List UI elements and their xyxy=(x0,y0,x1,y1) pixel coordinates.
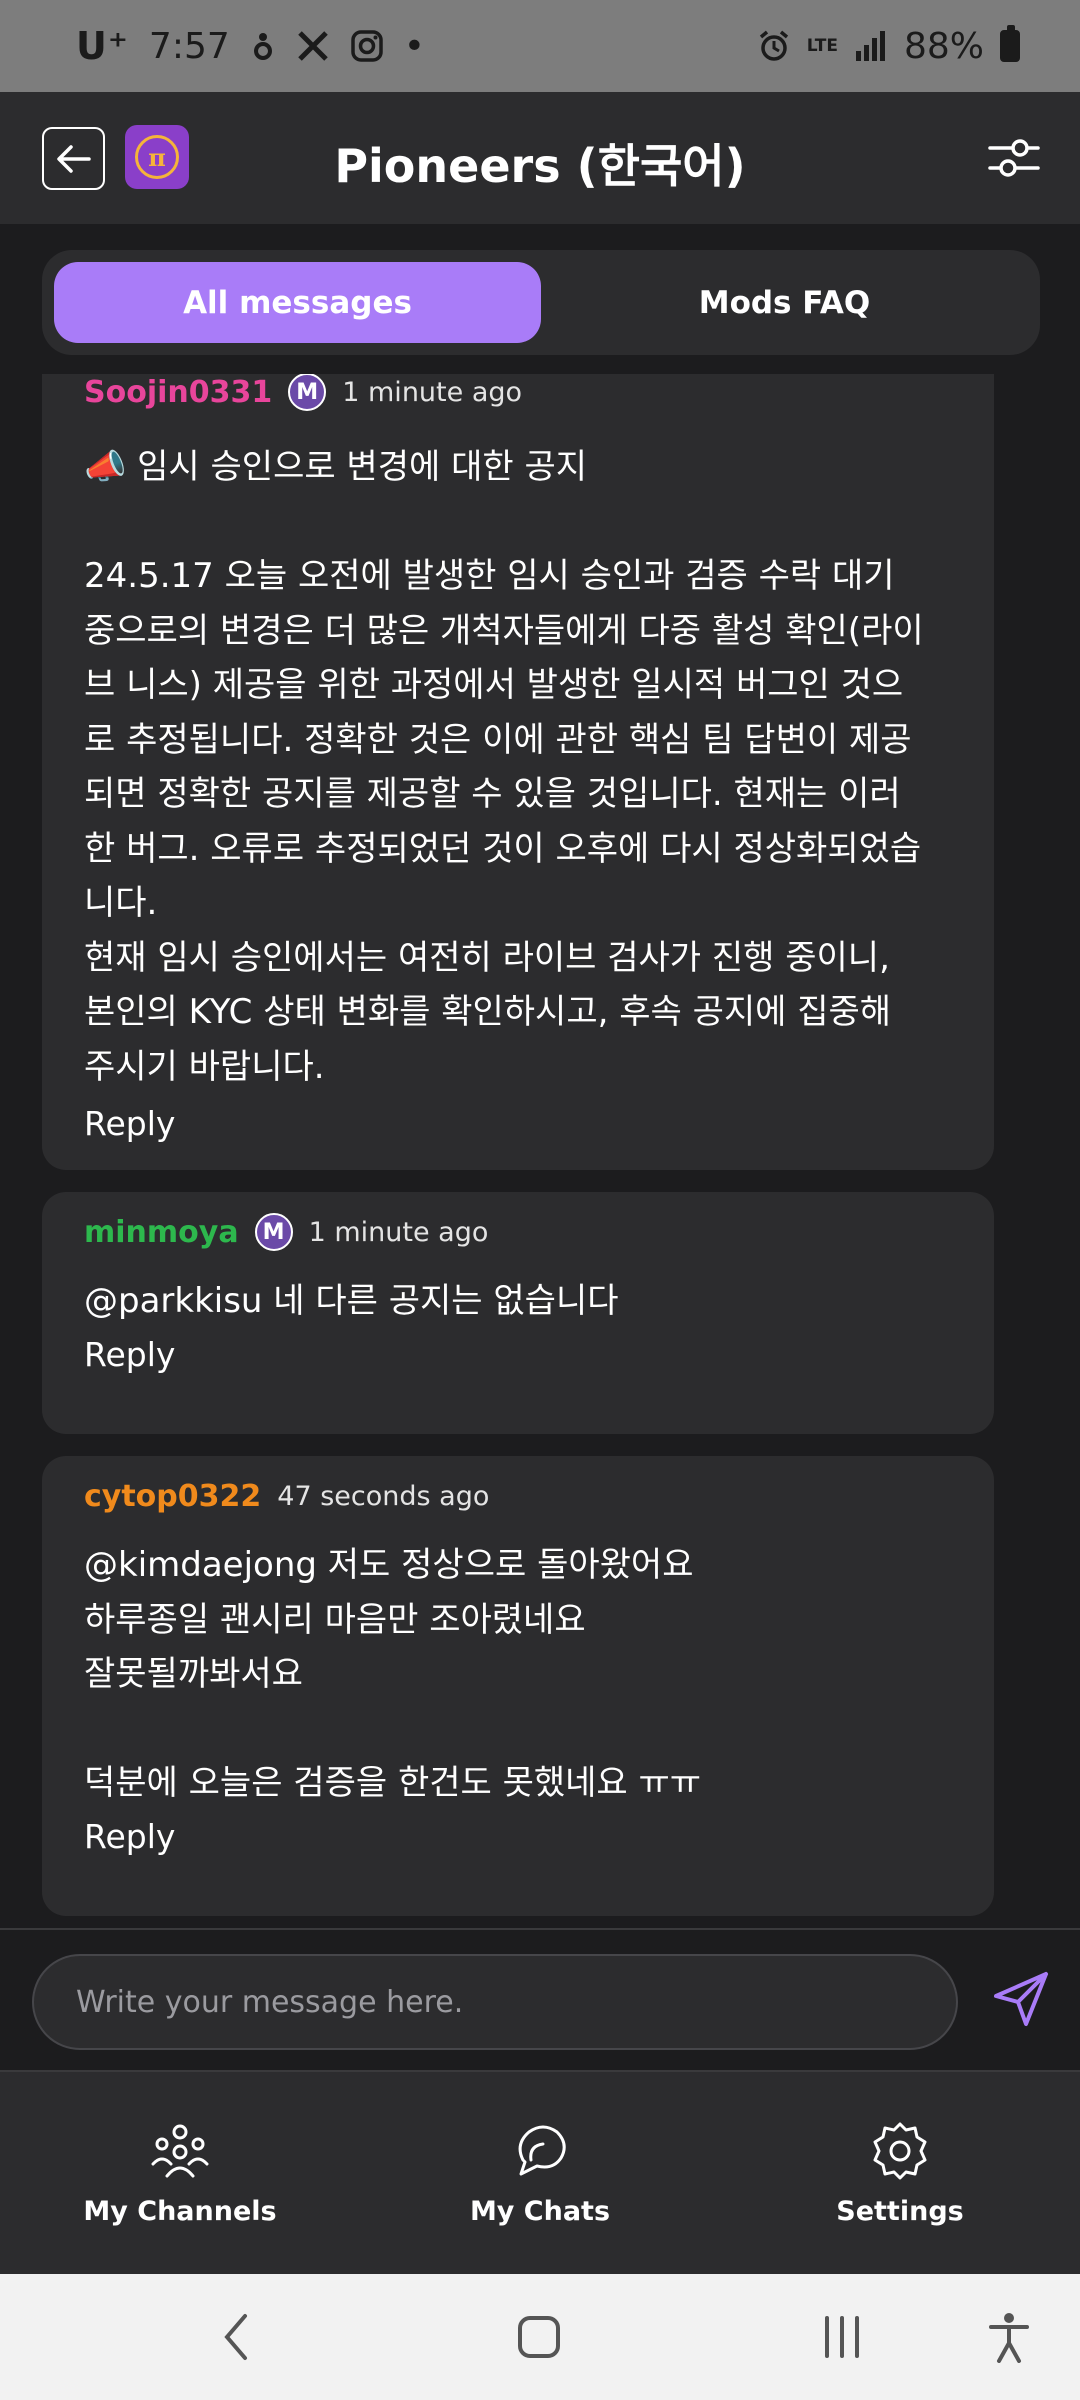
instagram-icon xyxy=(350,29,384,63)
send-button[interactable] xyxy=(990,1968,1052,2030)
message-meta: minmoya M 1 minute ago xyxy=(84,1204,952,1260)
x-app-icon xyxy=(296,29,330,63)
system-back-button[interactable] xyxy=(204,2304,270,2370)
status-bar: U⁺ 7:57 • LTE 88% xyxy=(0,0,1080,92)
nav-label: Settings xyxy=(836,2195,964,2227)
clock: 7:57 xyxy=(148,25,230,67)
message-timestamp: 1 minute ago xyxy=(308,1216,489,1248)
notification-icon xyxy=(250,29,276,63)
signal-icon xyxy=(854,31,888,61)
message-timestamp: 1 minute ago xyxy=(342,376,523,408)
message-card: Soojin0331 M 1 minute ago 📣 임시 승인으로 변경에 … xyxy=(42,374,994,1170)
nav-my-channels[interactable]: My Channels xyxy=(0,2072,360,2274)
network-type: LTE xyxy=(806,36,838,56)
message-text: 📣 임시 승인으로 변경에 대한 공지 24.5.17 오늘 오전에 발생한 임… xyxy=(84,447,924,1087)
nav-label: My Chats xyxy=(469,2195,611,2227)
message-composer xyxy=(0,1928,1080,2072)
message-author[interactable]: cytop0322 xyxy=(84,1479,261,1514)
channel-title: Pioneers (한국어) xyxy=(334,139,746,193)
message-input[interactable] xyxy=(32,1954,958,2050)
bottom-nav: My Channels My Chats Settings xyxy=(0,2072,1080,2274)
tab-all-messages[interactable]: All messages xyxy=(54,262,541,343)
system-home-button[interactable] xyxy=(506,2304,572,2370)
message-meta: cytop0322 47 seconds ago xyxy=(84,1468,952,1524)
message-card: cytop0322 47 seconds ago @kimdaejong 저도 … xyxy=(42,1456,994,1916)
message-timestamp: 47 seconds ago xyxy=(277,1480,490,1512)
status-right: LTE 88% xyxy=(757,25,1020,67)
message-meta: Soojin0331 M 1 minute ago xyxy=(84,374,952,420)
send-icon xyxy=(994,1972,1048,2026)
moderator-badge-icon: M xyxy=(288,374,327,411)
chevron-left-icon xyxy=(224,2314,247,2360)
message-text: @kimdaejong 저도 정상으로 돌아왔어요 하루종일 괜시리 마음만 조… xyxy=(84,1545,702,1803)
more-dot: • xyxy=(403,25,425,67)
message-tabs: All messages Mods FAQ xyxy=(42,250,1040,355)
filter-button[interactable] xyxy=(986,130,1042,186)
nav-settings[interactable]: Settings xyxy=(720,2072,1080,2274)
message-author[interactable]: Soojin0331 xyxy=(84,375,272,410)
status-left: U⁺ 7:57 • xyxy=(76,24,425,68)
nav-label: My Channels xyxy=(83,2195,277,2227)
accessibility-icon xyxy=(989,2313,1029,2363)
sliders-icon xyxy=(988,139,1040,177)
message-list[interactable]: Soojin0331 M 1 minute ago 📣 임시 승인으로 변경에 … xyxy=(0,374,1080,1928)
system-recents-button[interactable] xyxy=(809,2304,875,2370)
chats-icon xyxy=(518,2125,566,2175)
home-square-icon xyxy=(518,2316,560,2358)
accessibility-button[interactable] xyxy=(976,2304,1042,2370)
battery-percent: 88% xyxy=(903,25,984,67)
message-text: @parkkisu 네 다른 공지는 없습니다 xyxy=(84,1281,619,1321)
reply-button[interactable]: Reply xyxy=(84,1817,175,1856)
reply-button[interactable]: Reply xyxy=(84,1335,175,1374)
channels-icon xyxy=(151,2124,209,2177)
alarm-icon xyxy=(757,29,791,63)
message-card: minmoya M 1 minute ago @parkkisu 네 다른 공지… xyxy=(42,1192,994,1434)
system-nav-bar xyxy=(0,2274,1080,2400)
battery-icon xyxy=(1000,25,1020,62)
nav-my-chats[interactable]: My Chats xyxy=(360,2072,720,2274)
moderator-badge-icon: M xyxy=(254,1213,293,1251)
gear-icon xyxy=(873,2122,927,2179)
carrier-label: U⁺ xyxy=(76,24,129,68)
tab-mods-faq[interactable]: Mods FAQ xyxy=(541,262,1028,343)
app-header: π Pioneers (한국어) xyxy=(0,92,1080,224)
recents-icon xyxy=(825,2316,859,2358)
message-author[interactable]: minmoya xyxy=(84,1215,239,1250)
reply-button[interactable]: Reply xyxy=(84,1104,175,1143)
